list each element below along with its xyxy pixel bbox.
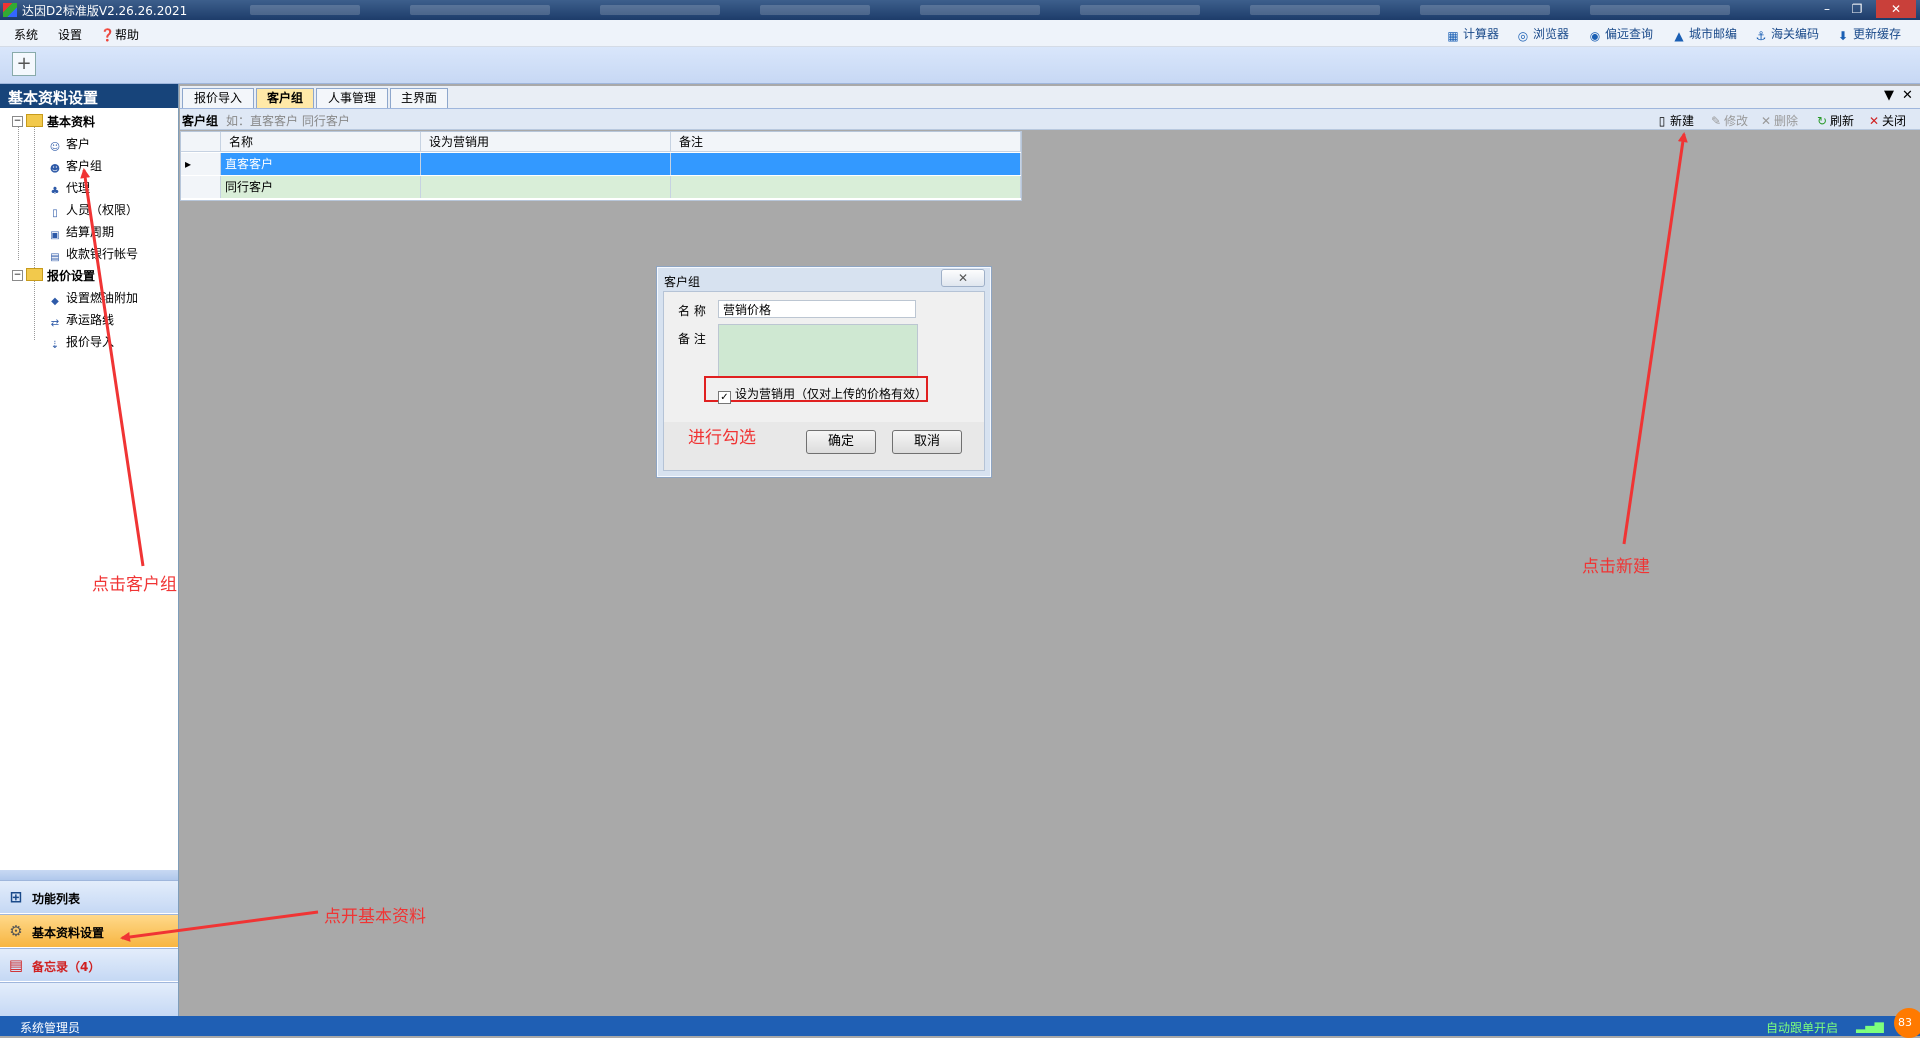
annotation-arrows bbox=[80, 132, 1688, 942]
notification-badge[interactable]: 83 bbox=[1894, 1008, 1920, 1038]
signal-icon: ▂▄▆ bbox=[1856, 1019, 1884, 1033]
status-auto-follow: 自动跟单开启 bbox=[1766, 1021, 1839, 1035]
arrow-to-basic-settings bbox=[120, 910, 319, 942]
arrow-to-new-button bbox=[1622, 132, 1688, 545]
status-bar: 系统管理员 自动跟单开启 ▂▄▆ 83 bbox=[0, 1008, 1920, 1038]
status-user: 系统管理员 bbox=[20, 1021, 81, 1035]
arrow-to-customer-group bbox=[80, 168, 145, 567]
